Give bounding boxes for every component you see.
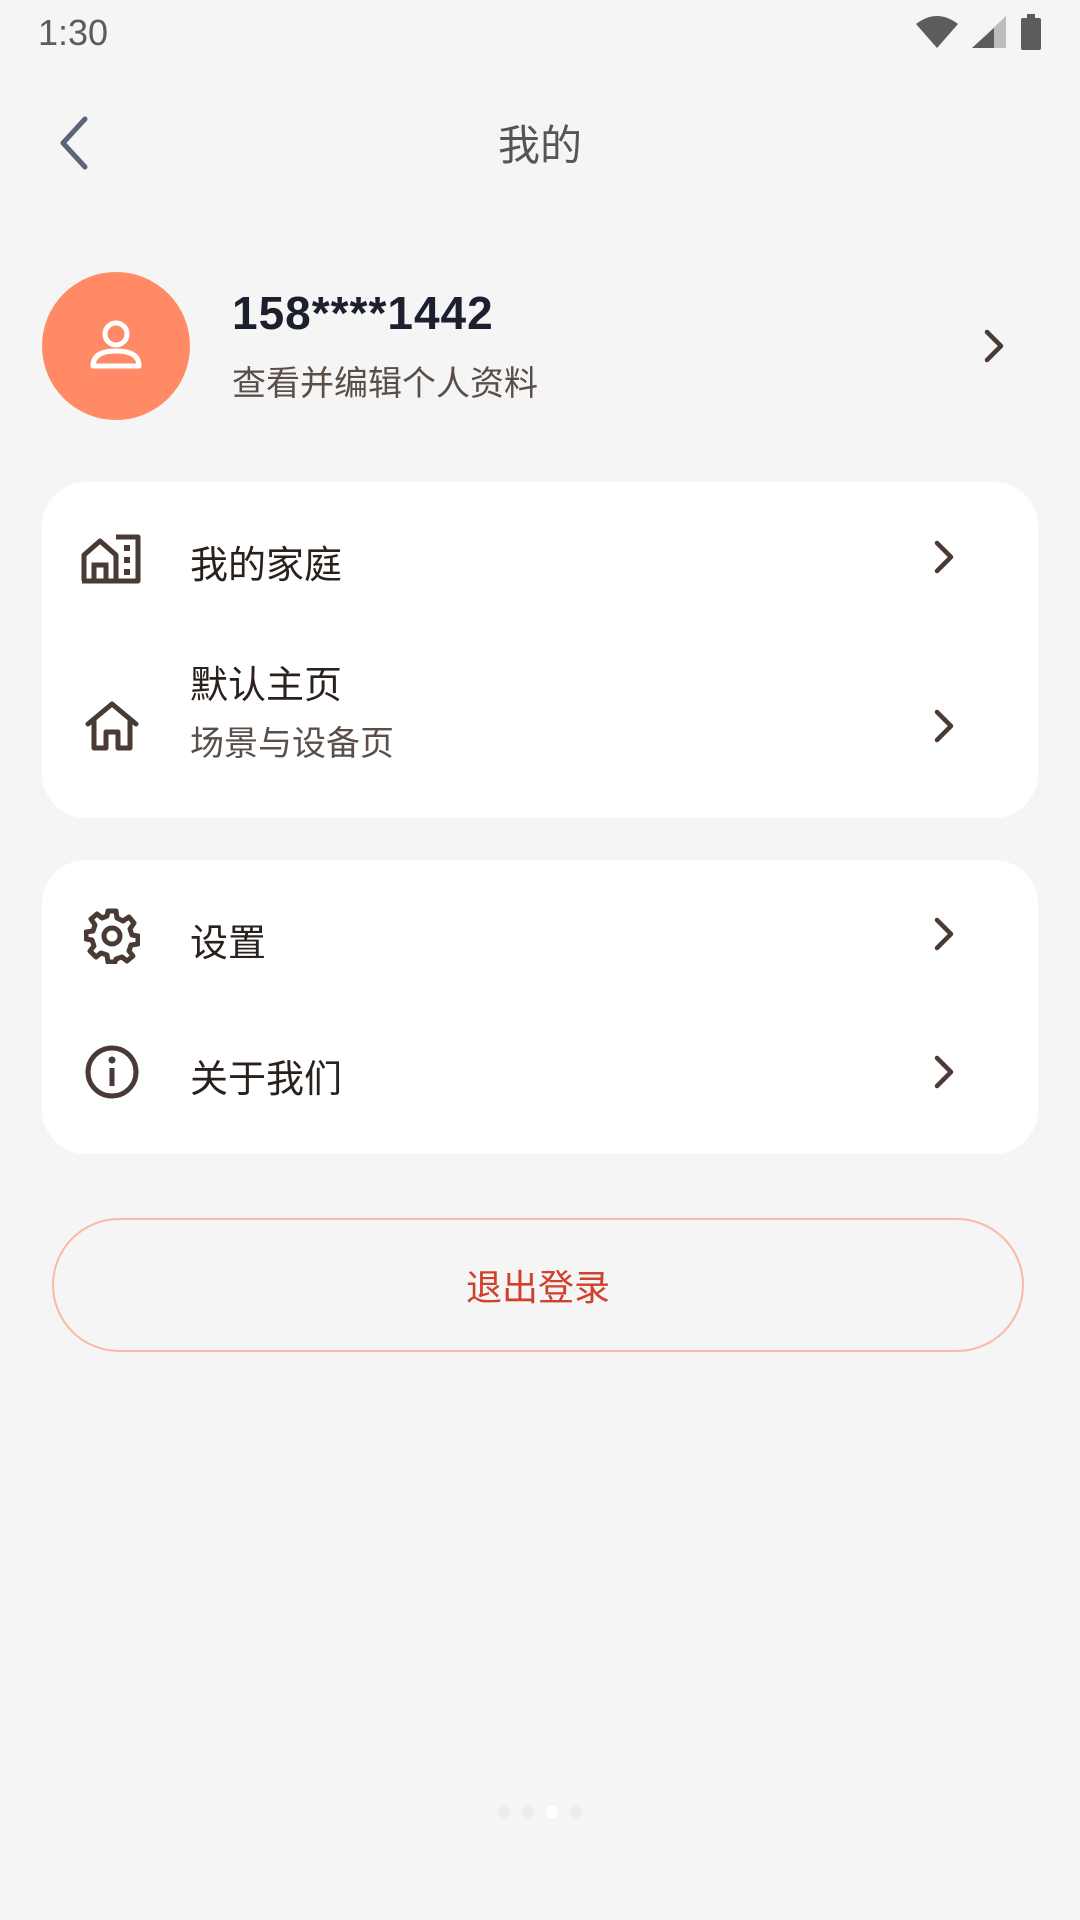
- page-dot: [570, 1806, 582, 1818]
- menu-item-label: 设置: [190, 921, 267, 965]
- info-icon: [80, 1040, 144, 1104]
- status-icons: [916, 14, 1042, 50]
- building-home-icon: [80, 527, 144, 591]
- house-icon: [80, 694, 144, 758]
- top-bar: 我的: [0, 90, 1080, 190]
- menu-item-settings[interactable]: 设置: [42, 860, 1038, 1010]
- status-time: 1:30: [38, 12, 109, 53]
- menu-card-home: 我的家庭 默认主页 场景与设备页: [42, 482, 1038, 818]
- page-title: 我的: [497, 121, 582, 170]
- menu-item-label: 默认主页: [190, 663, 343, 707]
- chevron-right-icon: [984, 329, 1004, 363]
- wifi-icon: [916, 16, 958, 48]
- page-dot: [498, 1806, 510, 1818]
- menu-item-label: 我的家庭: [190, 543, 343, 587]
- menu-item-label: 关于我们: [190, 1057, 343, 1101]
- menu-card-app: 设置 关于我们: [42, 860, 1038, 1154]
- gear-icon: [80, 904, 144, 968]
- menu-item-sub: 场景与设备页: [190, 724, 394, 764]
- avatar: [42, 272, 190, 420]
- logout-button[interactable]: 退出登录: [52, 1218, 1024, 1352]
- screen: 1:30 我的 158****1442 查看并编辑个人资料 我的家庭 默认主页 …: [0, 0, 1080, 1920]
- page-indicator: [0, 1806, 1080, 1818]
- profile-subtitle: 查看并编辑个人资料: [232, 364, 538, 404]
- page-dot: [522, 1806, 534, 1818]
- profile-phone: 158****1442: [232, 287, 494, 339]
- status-bar: 1:30: [0, 0, 1080, 64]
- battery-icon: [1021, 14, 1041, 50]
- chevron-right-icon: [934, 540, 954, 574]
- signal-icon: [972, 16, 1006, 48]
- chevron-right-icon: [934, 1055, 954, 1089]
- chevron-right-icon: [934, 917, 954, 951]
- menu-item-about-us[interactable]: 关于我们: [42, 1010, 1038, 1154]
- user-icon: [90, 320, 142, 369]
- menu-item-my-family[interactable]: 我的家庭: [42, 482, 1038, 632]
- page-dot-active: [546, 1806, 558, 1818]
- profile-entry[interactable]: 158****1442 查看并编辑个人资料: [42, 272, 1038, 420]
- menu-item-default-home[interactable]: 默认主页 场景与设备页: [42, 632, 1038, 818]
- chevron-right-icon: [934, 709, 954, 743]
